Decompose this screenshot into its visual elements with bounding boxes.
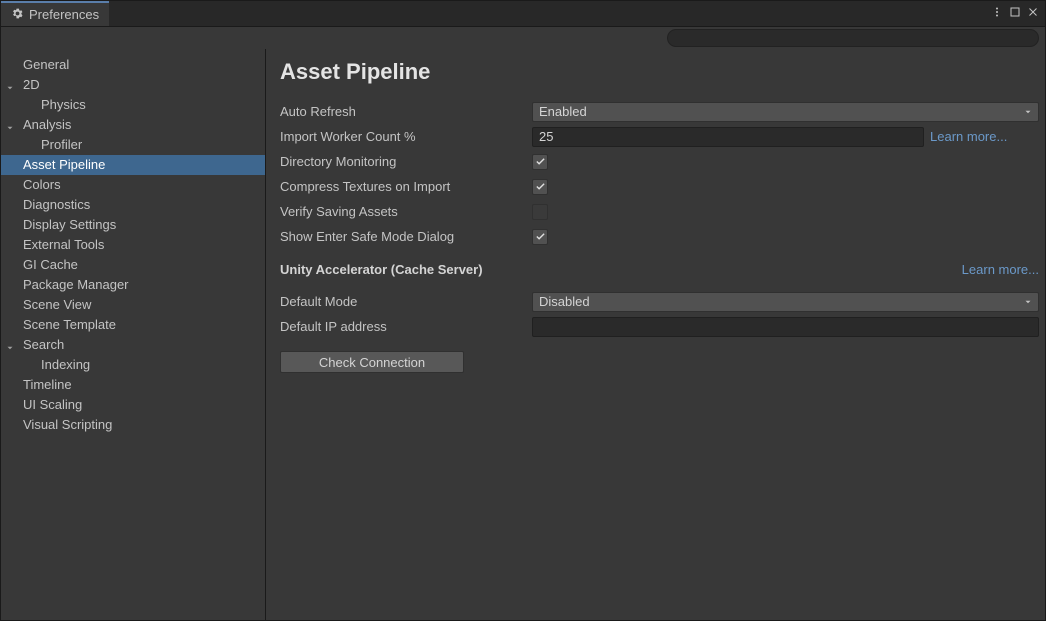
- sidebar-item-label: Analysis: [23, 117, 71, 132]
- directory-monitoring-label: Directory Monitoring: [280, 154, 532, 169]
- gear-icon: [11, 7, 24, 23]
- sidebar-item-timeline[interactable]: Timeline: [1, 375, 265, 395]
- sidebar-item-2d[interactable]: 2D: [1, 75, 265, 95]
- sidebar-item-label: Asset Pipeline: [23, 157, 105, 172]
- sidebar: General 2DPhysics Analysis Profiler Asset Pi…: [1, 49, 266, 620]
- dropdown-value: Enabled: [539, 104, 587, 119]
- compress-textures-label: Compress Textures on Import: [280, 179, 532, 194]
- button-label: Check Connection: [319, 355, 425, 370]
- sidebar-item-label: GI Cache: [23, 257, 78, 272]
- sidebar-item-label: Scene Template: [23, 317, 116, 332]
- accelerator-section-title: Unity Accelerator (Cache Server): [280, 262, 483, 277]
- auto-refresh-dropdown[interactable]: Enabled: [532, 102, 1039, 122]
- sidebar-item-label: Diagnostics: [23, 197, 90, 212]
- sidebar-item-ui-scaling[interactable]: UI Scaling: [1, 395, 265, 415]
- sidebar-item-scene-view[interactable]: Scene View: [1, 295, 265, 315]
- kebab-menu-icon[interactable]: [991, 6, 1003, 21]
- tab-preferences[interactable]: Preferences: [1, 1, 109, 26]
- expander-icon[interactable]: [5, 339, 17, 351]
- sidebar-item-label: UI Scaling: [23, 397, 82, 412]
- sidebar-item-profiler[interactable]: Profiler: [1, 135, 265, 155]
- check-icon: [535, 181, 546, 192]
- check-icon: [535, 231, 546, 242]
- sidebar-item-label: Colors: [23, 177, 61, 192]
- sidebar-item-package-manager[interactable]: Package Manager: [1, 275, 265, 295]
- sidebar-item-search[interactable]: Search: [1, 335, 265, 355]
- auto-refresh-label: Auto Refresh: [280, 104, 532, 119]
- sidebar-item-label: 2D: [23, 77, 40, 92]
- sidebar-item-display-settings[interactable]: Display Settings: [1, 215, 265, 235]
- sidebar-item-colors[interactable]: Colors: [1, 175, 265, 195]
- import-worker-label: Import Worker Count %: [280, 129, 532, 144]
- learn-more-link-2[interactable]: Learn more...: [962, 262, 1039, 277]
- verify-saving-checkbox[interactable]: [532, 204, 548, 220]
- maximize-icon[interactable]: [1009, 6, 1021, 21]
- close-icon[interactable]: [1027, 6, 1039, 21]
- default-mode-dropdown[interactable]: Disabled: [532, 292, 1039, 312]
- search-input[interactable]: [667, 29, 1039, 47]
- tab-label: Preferences: [29, 7, 99, 22]
- sidebar-item-label: Display Settings: [23, 217, 116, 232]
- sidebar-item-label: Timeline: [23, 377, 72, 392]
- sidebar-item-diagnostics[interactable]: Diagnostics: [1, 195, 265, 215]
- sidebar-item-label: Profiler: [41, 137, 82, 152]
- sidebar-item-label: Search: [23, 337, 64, 352]
- content-panel: Asset Pipeline Auto Refresh Enabled Impo…: [266, 49, 1045, 620]
- dropdown-value: Disabled: [539, 294, 590, 309]
- tab-bar: Preferences: [1, 1, 1045, 27]
- sidebar-item-indexing[interactable]: Indexing: [1, 355, 265, 375]
- sidebar-item-label: Scene View: [23, 297, 91, 312]
- sidebar-item-scene-template[interactable]: Scene Template: [1, 315, 265, 335]
- sidebar-item-external-tools[interactable]: External Tools: [1, 235, 265, 255]
- sidebar-item-general[interactable]: General: [1, 55, 265, 75]
- search-bar: [1, 27, 1045, 49]
- expander-icon[interactable]: [5, 79, 17, 91]
- directory-monitoring-checkbox[interactable]: [532, 154, 548, 170]
- sidebar-item-analysis[interactable]: Analysis: [1, 115, 265, 135]
- default-mode-label: Default Mode: [280, 294, 532, 309]
- sidebar-item-label: External Tools: [23, 237, 104, 252]
- sidebar-item-label: Package Manager: [23, 277, 129, 292]
- page-title: Asset Pipeline: [280, 59, 1039, 85]
- check-icon: [535, 156, 546, 167]
- preferences-window: Preferences General 2DPhysics Analysis Prof…: [0, 0, 1046, 621]
- sidebar-item-asset-pipeline[interactable]: Asset Pipeline: [1, 155, 265, 175]
- verify-saving-label: Verify Saving Assets: [280, 204, 532, 219]
- sidebar-item-gi-cache[interactable]: GI Cache: [1, 255, 265, 275]
- learn-more-link-1[interactable]: Learn more...: [930, 129, 1007, 144]
- tab-spacer: [109, 1, 991, 26]
- default-ip-label: Default IP address: [280, 319, 532, 334]
- compress-textures-checkbox[interactable]: [532, 179, 548, 195]
- sidebar-item-label: Visual Scripting: [23, 417, 112, 432]
- expander-icon[interactable]: [5, 119, 17, 131]
- safe-mode-label: Show Enter Safe Mode Dialog: [280, 229, 532, 244]
- window-controls: [991, 1, 1045, 26]
- sidebar-item-label: Physics: [41, 97, 86, 112]
- check-connection-button[interactable]: Check Connection: [280, 351, 464, 373]
- sidebar-item-physics[interactable]: Physics: [1, 95, 265, 115]
- import-worker-input[interactable]: [532, 127, 924, 147]
- sidebar-item-label: Indexing: [41, 357, 90, 372]
- default-ip-input[interactable]: [532, 317, 1039, 337]
- sidebar-item-label: General: [23, 57, 69, 72]
- safe-mode-checkbox[interactable]: [532, 229, 548, 245]
- sidebar-item-visual-scripting[interactable]: Visual Scripting: [1, 415, 265, 435]
- body: General 2DPhysics Analysis Profiler Asset Pi…: [1, 49, 1045, 620]
